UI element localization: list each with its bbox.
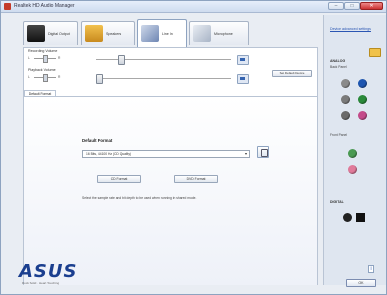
optical-output-icon[interactable] <box>356 213 365 222</box>
title-bar: Realtek HD Audio Manager – □ ✕ <box>1 1 386 13</box>
ok-button[interactable]: OK <box>346 279 376 287</box>
slider-thumb[interactable] <box>96 74 103 84</box>
playback-right-label: R <box>58 75 61 79</box>
back-jack-3[interactable] <box>341 95 350 104</box>
audio-manager-window: Realtek HD Audio Manager – □ ✕ Digital O… <box>0 0 387 295</box>
tab-digital-output[interactable]: Digital Output <box>23 21 78 45</box>
tab-speakers[interactable]: Speakers <box>81 21 135 45</box>
recording-balance-slider[interactable] <box>34 55 56 63</box>
slider-thumb[interactable] <box>43 74 48 82</box>
folder-icon[interactable] <box>369 48 381 57</box>
line-in-icon <box>141 25 159 42</box>
back-jack-6[interactable] <box>358 111 367 120</box>
front-jack-2[interactable] <box>348 165 357 174</box>
reset-format-button[interactable] <box>257 146 269 158</box>
recording-right-label: R <box>58 56 61 60</box>
tab-line-in[interactable]: Line In <box>137 19 187 47</box>
set-default-device-button[interactable]: Set Default Device <box>272 70 312 77</box>
dvd-format-button[interactable]: DVD Format <box>174 175 218 183</box>
default-format-title: Default Format <box>82 138 113 143</box>
front-panel-label: Front Panel <box>330 133 348 137</box>
back-jack-2[interactable] <box>358 79 367 88</box>
tab-label: Digital Output <box>48 32 70 36</box>
playback-volume-slider[interactable] <box>96 74 231 84</box>
tab-label: Microphone <box>214 32 233 36</box>
slider-thumb[interactable] <box>118 55 125 65</box>
digital-heading: DIGITAL <box>330 200 344 204</box>
selected-format: 16 Bits, 44100 Hz (CD Quality) <box>86 152 132 156</box>
info-icon[interactable]: i <box>368 265 374 273</box>
playback-left-label: L <box>28 75 30 79</box>
maximize-button[interactable]: □ <box>344 2 360 10</box>
playback-mute-icon[interactable] <box>237 74 249 84</box>
recording-volume-label: Recording Volume <box>28 49 58 53</box>
minimize-button[interactable]: – <box>328 2 344 10</box>
brand-tagline: Rock Solid · Heart Touching <box>22 281 60 285</box>
playback-balance-slider[interactable] <box>34 74 56 82</box>
chevron-down-icon: ▾ <box>244 151 247 156</box>
tab-label: Line In <box>162 32 173 36</box>
analog-heading: ANALOG <box>330 59 346 63</box>
microphone-icon <box>193 25 211 42</box>
tab-microphone[interactable]: Microphone <box>189 21 249 45</box>
digital-output-icon <box>27 25 45 42</box>
speakers-icon <box>85 25 103 42</box>
playback-volume-label: Playback Volume <box>28 68 56 72</box>
device-tabs: Digital Output Speakers Line In Micropho… <box>3 19 313 49</box>
jack-panel: Device advanced settings ANALOG Back Pan… <box>323 15 386 285</box>
brand-area: ASUS Rock Solid · Heart Touching <box>1 251 323 294</box>
tab-label: Speakers <box>106 32 122 36</box>
back-jack-4[interactable] <box>358 95 367 104</box>
device-advanced-settings-link[interactable]: Device advanced settings <box>330 27 378 32</box>
back-panel-label: Back Panel <box>330 65 347 69</box>
back-jack-1[interactable] <box>341 79 350 88</box>
recording-volume-slider[interactable] <box>96 55 231 65</box>
app-icon <box>4 3 11 10</box>
default-format-select[interactable]: 16 Bits, 44100 Hz (CD Quality) ▾ <box>82 150 250 158</box>
line-in-panel: Recording Volume L R Playback Volume L R… <box>23 47 318 285</box>
asus-logo: ASUS <box>19 261 78 282</box>
back-jack-5[interactable] <box>341 111 350 120</box>
recording-left-label: L <box>28 56 30 60</box>
slider-thumb[interactable] <box>43 55 48 63</box>
cd-format-button[interactable]: CD Format <box>97 175 141 183</box>
coaxial-output-icon[interactable] <box>343 213 352 222</box>
front-jack-1[interactable] <box>348 149 357 158</box>
recording-mute-icon[interactable] <box>237 55 249 65</box>
window-title: Realtek HD Audio Manager <box>14 3 75 9</box>
format-help-text: Select the sample rate and bit depth to … <box>82 196 197 200</box>
close-button[interactable]: ✕ <box>360 2 383 10</box>
